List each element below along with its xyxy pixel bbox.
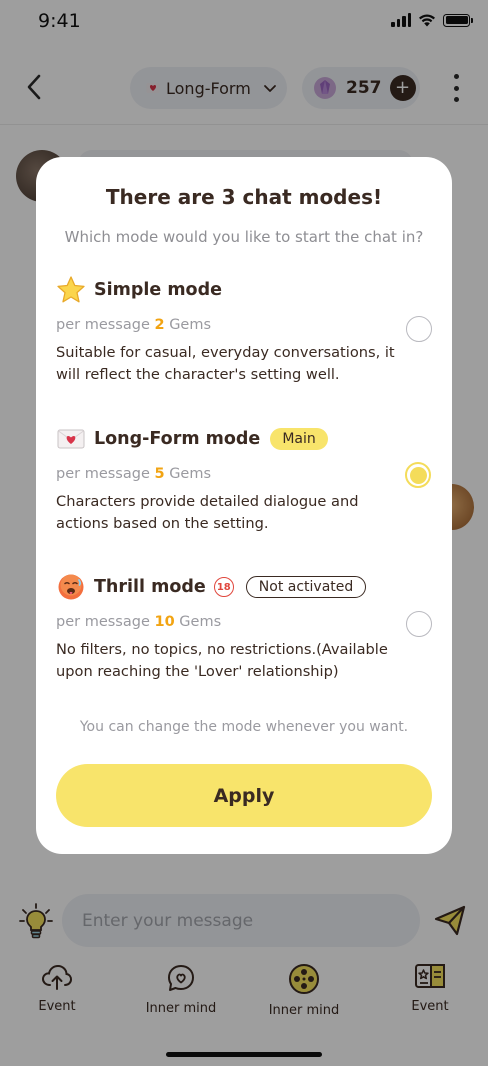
mode-name: Simple mode [94,280,222,300]
mode-price: per message 5 Gems [56,466,212,482]
radio-long-form-mode[interactable] [405,462,431,488]
mode-name: Thrill mode [94,577,206,597]
chat-screen: 9:41 Long-Form 257 + Enter your message … [0,0,488,1066]
hot-face-icon [56,572,86,602]
chat-mode-dialog: There are 3 chat modes! Which mode would… [36,157,452,854]
mode-description: Suitable for casual, everyday conversati… [56,344,395,383]
star-icon [56,275,86,305]
radio-simple-mode[interactable] [406,316,432,342]
dialog-subtitle: Which mode would you like to start the c… [64,228,424,246]
apply-button[interactable]: Apply [56,764,432,827]
gem-cost: 2 [154,317,165,333]
mode-description: Characters provide detailed dialogue and… [56,493,359,532]
main-badge: Main [270,428,328,450]
mode-option-thrill[interactable]: Thrill mode 18 Not activated per message… [56,572,432,683]
mode-description: No filters, no topics, no restrictions.(… [56,641,388,680]
not-activated-badge: Not activated [245,576,367,598]
mode-option-long-form[interactable]: Long-Form mode Main per message 5 Gems C… [56,424,432,535]
mode-price: per message 2 Gems [56,317,212,333]
mode-name: Long-Form mode [94,429,261,449]
radio-thrill-mode[interactable] [406,611,432,637]
mode-price: per message 10 Gems [56,614,222,630]
mode-option-simple[interactable]: Simple mode per message 2 Gems Suitable … [56,275,432,386]
gem-cost: 5 [154,466,165,482]
dialog-title: There are 3 chat modes! [105,185,383,209]
age-18-badge: 18 [213,577,234,597]
mode-change-note: You can change the mode whenever you wan… [79,719,409,735]
love-letter-icon [56,424,86,454]
gem-cost: 10 [154,614,175,630]
